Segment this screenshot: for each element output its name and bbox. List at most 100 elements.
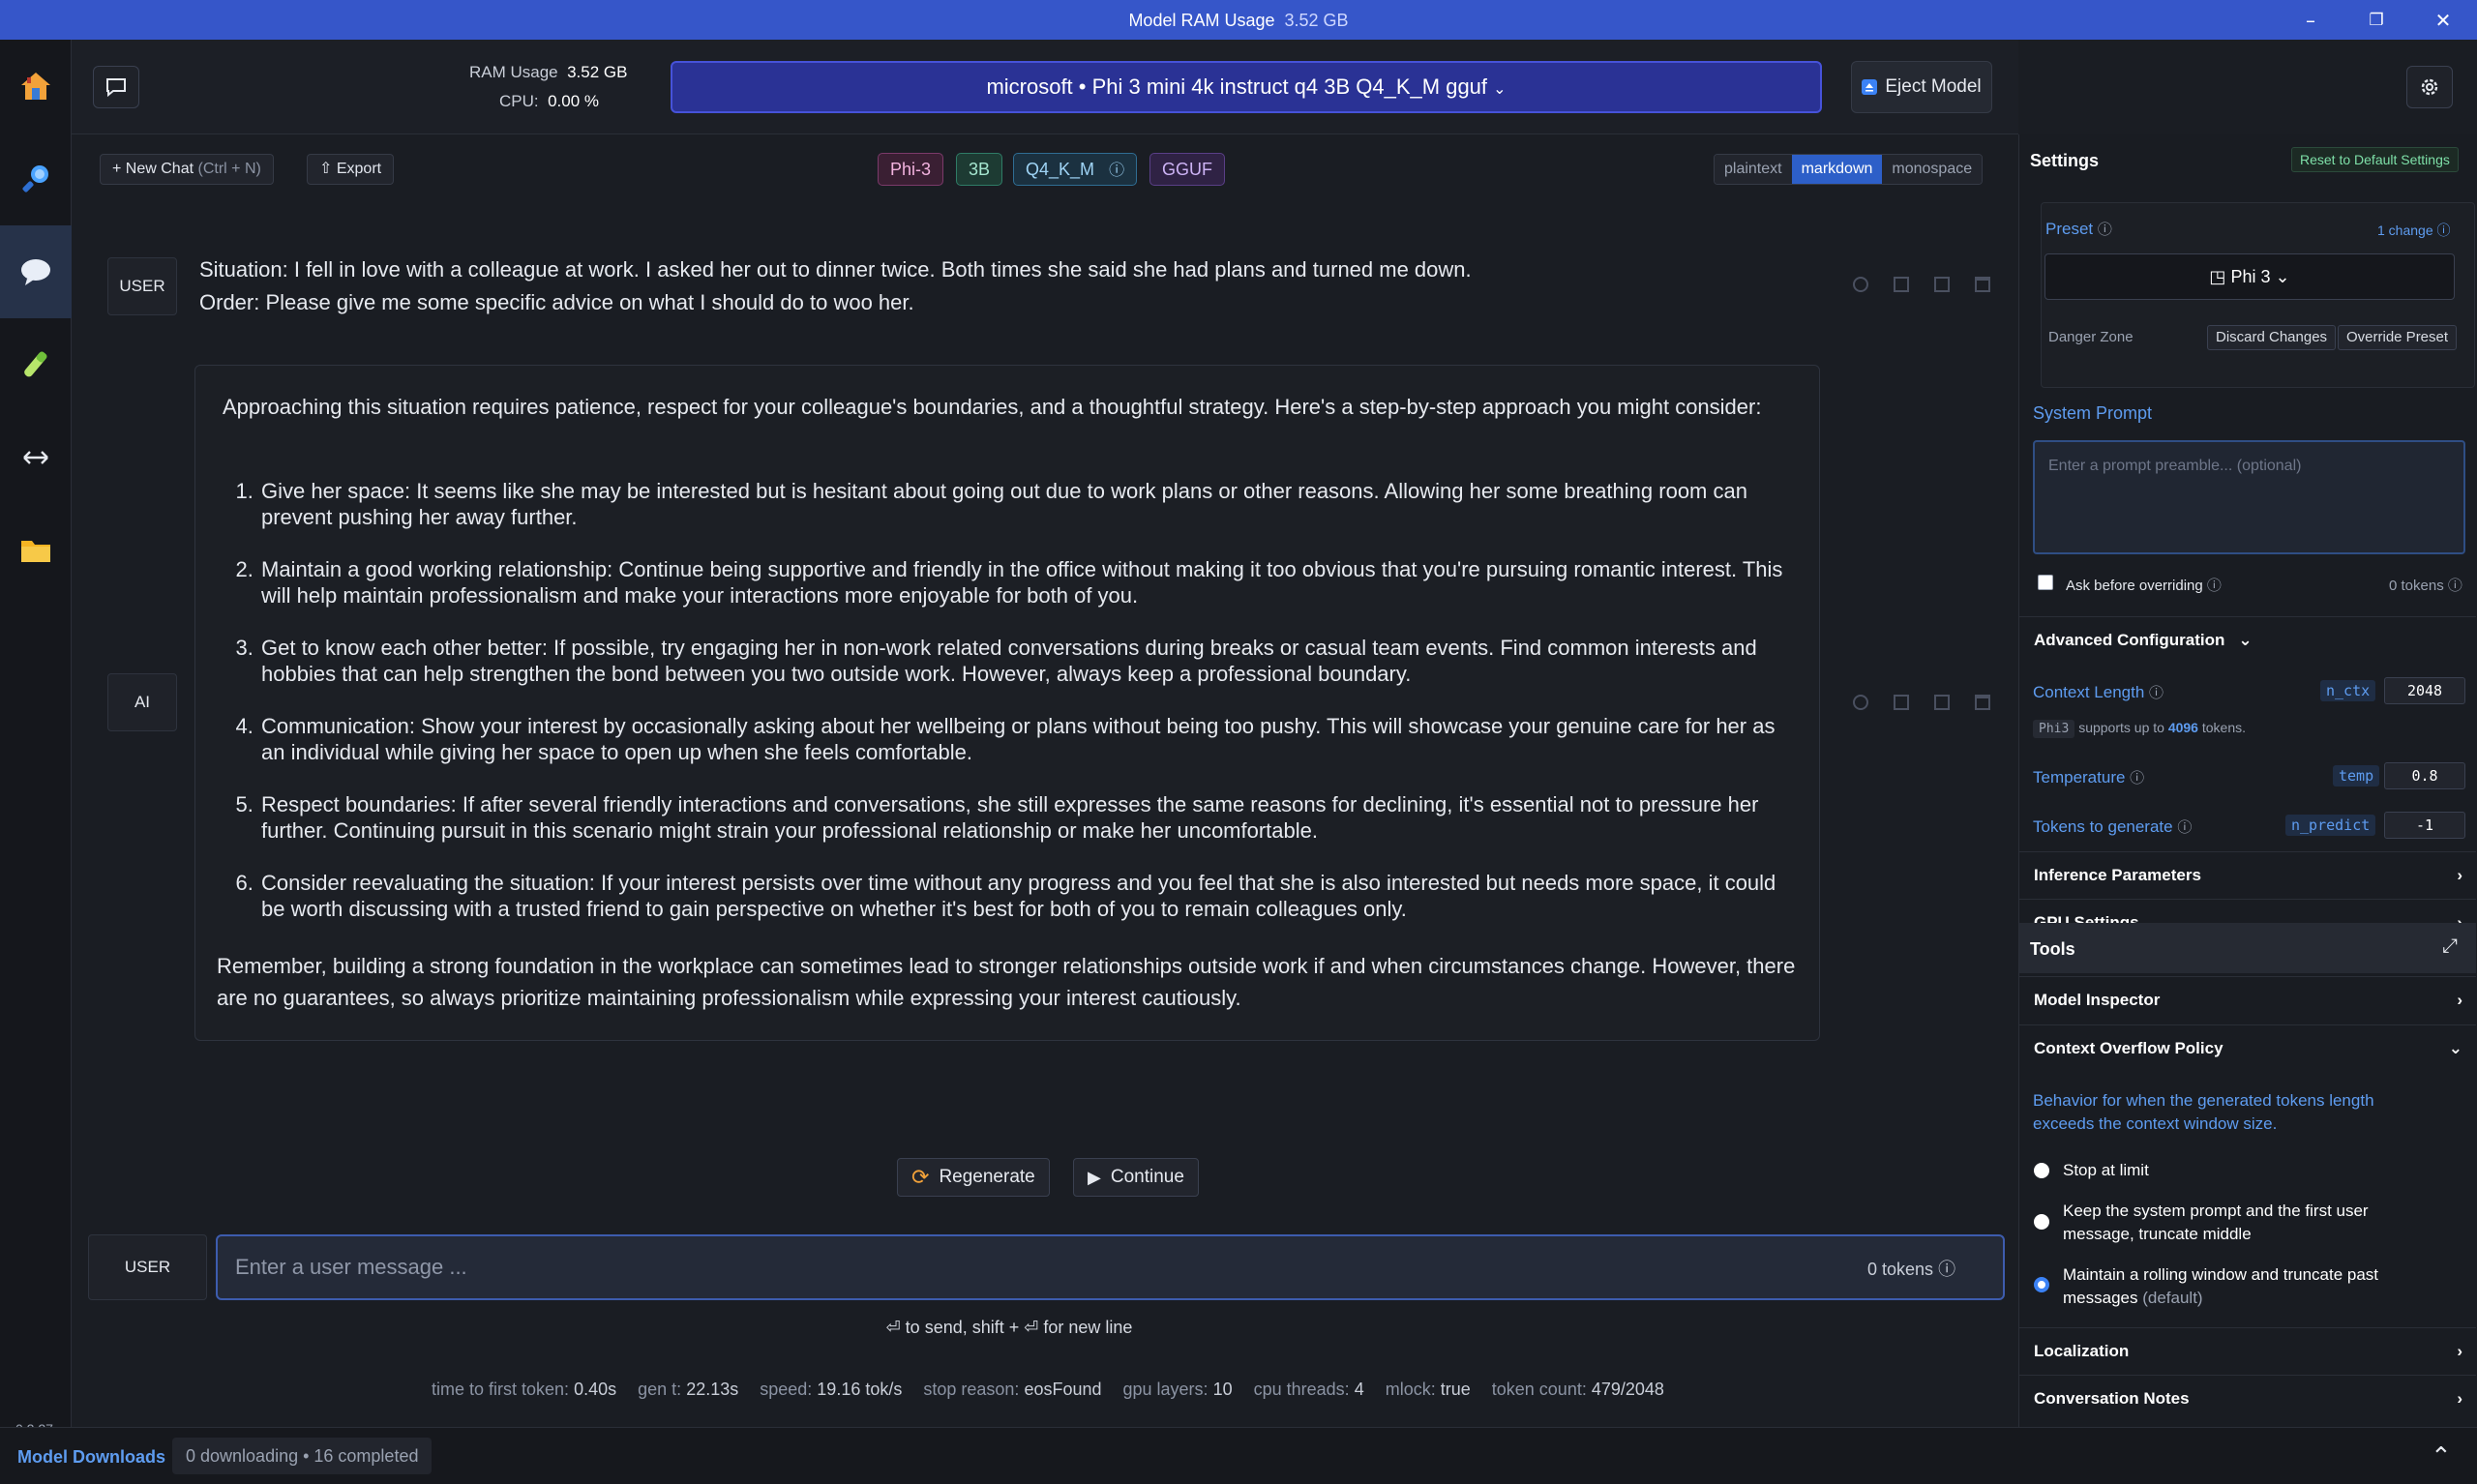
download-status: 0 downloading • 16 completed [172, 1438, 433, 1474]
format-plaintext[interactable]: plaintext [1715, 155, 1792, 184]
info-icon: ⓘ [1109, 163, 1125, 179]
temp-tag: temp [2333, 765, 2380, 787]
conversation-notes-header[interactable]: Conversation Notes › [2019, 1375, 2476, 1422]
system-prompt-input[interactable]: Enter a prompt preamble... (optional) [2033, 440, 2465, 554]
collapse-icon[interactable]: ⤢ [2442, 935, 2458, 958]
home-icon [21, 73, 50, 100]
format-toggle: plaintext markdown monospace [1714, 154, 1984, 185]
edit-icon[interactable] [1934, 277, 1950, 292]
folder-icon [21, 541, 50, 562]
nav-server[interactable] [0, 411, 72, 504]
tag-quant[interactable]: Q4_K_M ⓘ [1013, 153, 1138, 186]
context-length-input[interactable]: 2048 [2384, 677, 2465, 704]
tag-size: 3B [956, 153, 1003, 186]
regenerate-button[interactable]: ⟳ Regenerate [897, 1158, 1050, 1197]
stat-gpu-layers: gpu layers: 10 [1122, 1380, 1233, 1399]
chevron-right-icon: › [2457, 1389, 2462, 1408]
chevron-right-icon: › [2457, 866, 2462, 884]
export-button[interactable]: ⇧ Export [307, 154, 395, 185]
temperature-label: Temperature ⓘ [2033, 768, 2145, 787]
settings-title: Settings [2030, 151, 2100, 170]
ask-override-checkbox[interactable] [2038, 575, 2053, 590]
refresh-icon: ⟳ [911, 1165, 930, 1189]
nav-chat[interactable] [0, 225, 72, 318]
stat-token-count: token count: 479/2048 [1491, 1380, 1664, 1399]
eject-model-button[interactable]: Eject Model [1851, 61, 1992, 113]
tools-title: Tools [2030, 939, 2075, 959]
gpu-settings-header[interactable]: GPU Settings › [2019, 899, 2476, 923]
n-predict-tag: n_predict [2285, 815, 2376, 836]
overflow-rolling-window-label: Maintain a rolling window and truncate p… [2063, 1265, 2379, 1307]
maximize-button[interactable]: ❐ [2357, 6, 2396, 35]
ai-advice-list: Give her space: It seems like she may be… [259, 478, 1798, 948]
nav-models[interactable] [0, 504, 72, 597]
localization-header[interactable]: Localization › [2019, 1327, 2476, 1375]
ram-usage: RAM Usage 3.52 GB [469, 63, 628, 81]
gpu-settings-clip: GPU Settings › [2019, 899, 2476, 923]
tokens-generate-input[interactable]: -1 [2384, 812, 2465, 839]
overflow-stop-radio[interactable] [2034, 1163, 2049, 1178]
stat-stop-reason: stop reason: eosFound [923, 1380, 1102, 1399]
format-markdown[interactable]: markdown [1791, 155, 1883, 184]
chevron-down-icon: ⌄ [2238, 631, 2253, 649]
advanced-config-header[interactable]: Advanced Configuration ⌄ [2019, 616, 2476, 664]
user-message: Situation: I fell in love with a colleag… [199, 253, 1472, 319]
n-ctx-tag: n_ctx [2320, 680, 2376, 701]
upload-icon: ⇧ [319, 161, 333, 177]
copy-icon[interactable] [1894, 277, 1909, 292]
list-item: Consider reevaluating the situation: If … [259, 870, 1798, 922]
nav-home[interactable] [0, 40, 72, 133]
info-icon: ⓘ [2097, 222, 2112, 238]
continue-button[interactable]: ▶ Continue [1073, 1158, 1199, 1197]
context-length-label: Context Length ⓘ [2033, 683, 2164, 701]
system-prompt-label: System Prompt [2033, 403, 2153, 423]
flask-icon [24, 351, 47, 377]
tokens-generate-label: Tokens to generate ⓘ [2033, 817, 2193, 836]
inference-params-header[interactable]: Inference Parameters › [2019, 851, 2476, 899]
ai-role-label[interactable]: AI [107, 673, 177, 731]
new-chat-button[interactable]: + New Chat (Ctrl + N) [100, 154, 274, 185]
close-button[interactable]: ✕ [2424, 6, 2462, 35]
preset-selector[interactable]: ◳ Phi 3 ⌄ [2044, 253, 2455, 300]
left-nav: 0.2.27 [0, 40, 72, 1437]
danger-zone-label: Danger Zone [2048, 329, 2134, 345]
nav-playground[interactable] [0, 318, 72, 411]
context-overflow-header[interactable]: Context Overflow Policy ⌄ [2019, 1024, 2476, 1072]
settings-button[interactable] [2406, 66, 2453, 108]
override-preset-button[interactable]: Override Preset [2338, 325, 2458, 350]
preset-changes[interactable]: 1 change ⓘ [2377, 221, 2451, 240]
branch-icon[interactable] [1853, 695, 1868, 710]
chevron-down-icon: ⌄ [1493, 81, 1507, 98]
temperature-input[interactable]: 0.8 [2384, 762, 2465, 789]
stat-speed: speed: 19.16 tok/s [760, 1380, 903, 1399]
user-message-line: Order: Please give me some specific advi… [199, 290, 914, 314]
model-inspector-header[interactable]: Model Inspector › [2019, 976, 2476, 1024]
chat-list-button[interactable] [93, 66, 139, 108]
copy-icon[interactable] [1894, 695, 1909, 710]
overflow-rolling-window-radio[interactable] [2034, 1277, 2049, 1292]
model-downloads-link[interactable]: Model Downloads [17, 1447, 165, 1468]
nav-search[interactable] [0, 133, 72, 225]
edit-icon[interactable] [1934, 695, 1950, 710]
reset-defaults-button[interactable]: Reset to Default Settings [2291, 147, 2459, 172]
message-input[interactable]: Enter a user message ... [216, 1234, 2005, 1300]
cpu-usage: CPU: 0.00 % [499, 92, 600, 110]
discard-changes-button[interactable]: Discard Changes [2207, 325, 2337, 350]
branch-icon[interactable] [1853, 277, 1868, 292]
format-monospace[interactable]: monospace [1882, 155, 1983, 184]
chevron-up-icon[interactable]: ⌃ [2431, 1441, 2452, 1471]
arrows-icon [23, 451, 48, 464]
delete-icon[interactable] [1975, 695, 1990, 710]
delete-icon[interactable] [1975, 277, 1990, 292]
chevron-right-icon: › [2457, 913, 2462, 923]
list-item: Communication: Show your interest by occ… [259, 713, 1798, 765]
composer-role-toggle[interactable]: USER [88, 1234, 207, 1300]
gear-icon [2421, 78, 2438, 96]
list-item: Get to know each other better: If possib… [259, 635, 1798, 687]
generation-stats: time to first token: 0.40s gen t: 22.13s… [432, 1380, 1664, 1400]
minimize-button[interactable]: – [2291, 6, 2330, 35]
model-selector[interactable]: microsoft • Phi 3 mini 4k instruct q4 3B… [671, 61, 1822, 113]
overflow-truncate-middle-radio[interactable] [2034, 1214, 2049, 1230]
ask-override-label: Ask before overriding ⓘ [2066, 578, 2222, 594]
user-role-label[interactable]: USER [107, 257, 177, 315]
